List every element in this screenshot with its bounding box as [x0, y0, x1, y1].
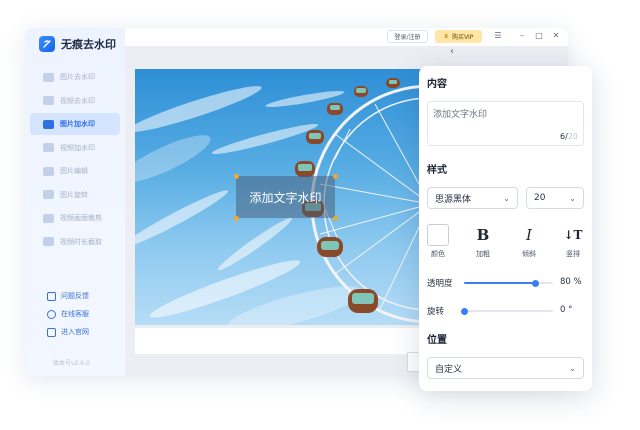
- chevron-left-icon[interactable]: ‹: [450, 46, 454, 57]
- minimize-button[interactable]: –: [517, 31, 527, 41]
- website-label: 进入官网: [61, 328, 89, 336]
- sidebar-item-image-rotate[interactable]: 图片旋转: [30, 184, 120, 206]
- menu-icon[interactable]: ☰: [493, 31, 503, 41]
- trim-icon: [43, 237, 54, 246]
- opacity-label: 透明度: [427, 279, 453, 289]
- top-bar: 登录/注册 ♛ 购买VIP ☰ – □ ✕: [125, 28, 568, 46]
- maximize-button[interactable]: □: [534, 31, 544, 41]
- vertical-text-button[interactable]: ↓T 竖排: [558, 223, 588, 259]
- position-select[interactable]: 自定义 ⌄: [427, 357, 584, 379]
- watermark-text: 添加文字水印: [249, 190, 322, 205]
- resize-handle-top-right[interactable]: [332, 173, 338, 179]
- sidebar-item-label: 图片加水印: [60, 120, 95, 128]
- sidebar-item-label: 图片旋转: [60, 190, 88, 199]
- sidebar-item-label: 视频时长截取: [60, 237, 102, 246]
- char-count-max: 20: [567, 132, 578, 141]
- sidebar: 无痕去水印 图片去水印 视频去水印 图片加水印 视频加水印 图片编辑 图片旋转 …: [25, 28, 125, 376]
- version-label: 版本号v2.6.0: [53, 360, 90, 367]
- opacity-slider-thumb[interactable]: [531, 279, 539, 287]
- image-icon: [43, 72, 54, 82]
- italic-label: 倾斜: [522, 250, 536, 258]
- chevron-down-icon: ⌄: [569, 363, 576, 373]
- image-canvas[interactable]: 添加文字水印: [135, 69, 421, 325]
- chevron-down-icon: ⌄: [569, 193, 576, 203]
- bold-button[interactable]: B 加粗: [468, 223, 498, 259]
- sidebar-item-label: 视频加水印: [60, 143, 95, 152]
- sidebar-item-remove-image-watermark[interactable]: 图片去水印: [30, 66, 120, 88]
- color-swatch: [427, 224, 449, 246]
- brand: 无痕去水印: [39, 36, 116, 52]
- resize-handle-bottom-right[interactable]: [332, 215, 338, 221]
- sidebar-item-remove-video-watermark[interactable]: 视频去水印: [30, 90, 120, 112]
- content-section-title: 内容: [427, 79, 447, 90]
- video-icon: [43, 96, 54, 105]
- feedback-link[interactable]: 问题反馈: [47, 290, 89, 302]
- sidebar-item-label: 视频画面裁剪: [60, 214, 102, 222]
- sidebar-item-video-trim[interactable]: 视频时长截取: [30, 231, 120, 253]
- crown-icon: ♛: [443, 33, 449, 40]
- watermark-text-input[interactable]: 添加文字水印 6/20: [427, 101, 584, 146]
- sidebar-item-add-image-watermark[interactable]: 图片加水印: [30, 113, 120, 135]
- opacity-value: 80 %: [560, 277, 582, 287]
- vip-label: 购买VIP: [451, 34, 474, 41]
- video-add-icon: [43, 143, 54, 152]
- feedback-label: 问题反馈: [61, 292, 89, 300]
- login-button[interactable]: 登录/注册: [387, 30, 428, 43]
- font-family-select[interactable]: 思源黑体 ⌄: [427, 187, 518, 209]
- sidebar-item-label: 视频去水印: [60, 96, 95, 105]
- canvas-bottom-bar: [135, 328, 421, 354]
- support-icon: [47, 309, 56, 319]
- app-logo-icon: [39, 36, 55, 52]
- position-value: 自定义: [435, 364, 463, 375]
- opacity-slider-fill: [464, 282, 536, 284]
- bold-icon: B: [476, 226, 490, 244]
- color-button[interactable]: 颜色: [423, 223, 453, 259]
- italic-icon: I: [526, 226, 532, 244]
- rotation-slider-thumb[interactable]: [460, 307, 468, 315]
- online-support-link[interactable]: 在线客服: [47, 308, 89, 320]
- bold-label: 加粗: [476, 250, 490, 258]
- watermark-box[interactable]: 添加文字水印: [236, 176, 335, 218]
- official-site-link[interactable]: 进入官网: [47, 326, 89, 338]
- rotation-label: 旋转: [427, 307, 445, 317]
- font-size-value: 20: [534, 193, 546, 203]
- vertical-text-icon: ↓T: [563, 228, 583, 242]
- watermark-text-value: 添加文字水印: [433, 110, 488, 120]
- sidebar-item-video-crop[interactable]: 视频画面裁剪: [30, 207, 120, 229]
- position-section-title: 位置: [427, 335, 447, 346]
- close-button[interactable]: ✕: [551, 31, 561, 41]
- font-size-select[interactable]: 20 ⌄: [526, 187, 584, 209]
- app-name: 无痕去水印: [61, 38, 116, 51]
- rotation-value: 0 °: [560, 305, 573, 315]
- style-section-title: 样式: [427, 165, 447, 176]
- italic-button[interactable]: I 倾斜: [514, 223, 544, 259]
- resize-handle-top-left[interactable]: [233, 173, 239, 179]
- opacity-slider[interactable]: [464, 279, 553, 287]
- rotate-icon: [43, 190, 54, 199]
- font-family-value: 思源黑体: [435, 194, 472, 205]
- edit-icon: [43, 166, 54, 176]
- sidebar-item-image-edit[interactable]: 图片编辑: [30, 160, 120, 182]
- image-add-icon: [43, 119, 54, 129]
- sidebar-item-label: 图片编辑: [60, 167, 88, 175]
- crop-icon: [43, 213, 54, 223]
- char-counter: 6/20: [560, 132, 578, 141]
- rotation-slider[interactable]: [460, 307, 553, 315]
- support-label: 在线客服: [61, 310, 89, 318]
- resize-handle-bottom-left[interactable]: [233, 215, 239, 221]
- buy-vip-button[interactable]: ♛ 购买VIP: [435, 30, 482, 43]
- watermark-settings-panel: 内容 添加文字水印 6/20 样式 思源黑体 ⌄ 20 ⌄ 颜色 B 加粗 I …: [419, 66, 592, 391]
- sidebar-item-label: 图片去水印: [60, 73, 95, 81]
- chevron-down-icon: ⌄: [503, 193, 510, 203]
- char-count-value: 6/: [560, 132, 568, 141]
- vertical-text-label: 竖排: [566, 250, 580, 258]
- sidebar-nav: 图片去水印 视频去水印 图片加水印 视频加水印 图片编辑 图片旋转 视频画面裁剪…: [30, 66, 120, 254]
- sidebar-item-add-video-watermark[interactable]: 视频加水印: [30, 137, 120, 159]
- color-label: 颜色: [431, 250, 445, 258]
- website-icon: [47, 327, 56, 337]
- feedback-icon: [47, 291, 56, 301]
- sidebar-links: 问题反馈 在线客服 进入官网: [47, 290, 89, 344]
